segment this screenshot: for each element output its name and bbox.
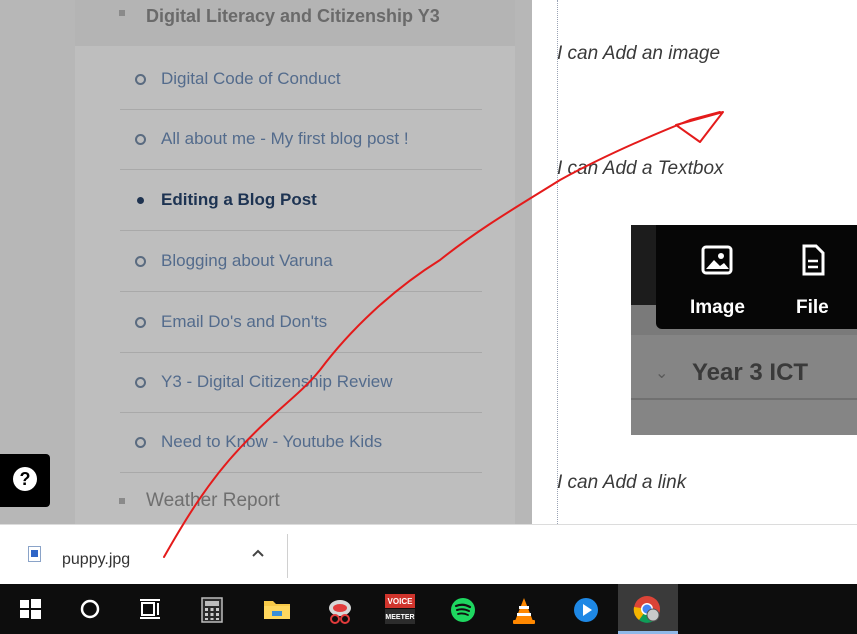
section-title-weather-report[interactable]: Weather Report: [146, 490, 280, 512]
learning-goal-image: I can Add an image: [557, 43, 721, 64]
chevron-down-icon: ⌄: [655, 365, 669, 382]
nav-item-label[interactable]: Editing a Blog Post: [161, 190, 317, 210]
download-bar-separator: [287, 534, 288, 578]
learning-goal-textbox: I can Add a Textbox: [557, 158, 724, 179]
nav-item-blogging-about-varuna[interactable]: Blogging about Varuna: [120, 231, 482, 292]
spotify-icon[interactable]: [437, 584, 487, 634]
learning-goal-link: I can Add a link: [557, 472, 687, 493]
file-explorer-icon[interactable]: [250, 584, 300, 634]
embedded-divider: [631, 398, 857, 400]
section-bullet-icon: [119, 498, 125, 504]
circle-bullet-icon: [135, 256, 146, 267]
file-icon: [802, 244, 825, 276]
download-filename[interactable]: puppy.jpg: [62, 551, 130, 569]
voicemeeter-icon[interactable]: VOICE MEETER: [375, 584, 425, 634]
question-icon: ?: [13, 467, 37, 491]
circle-bullet-icon: [135, 134, 146, 145]
circle-bullet-icon: [135, 377, 146, 388]
circle-bullet-icon: [135, 317, 146, 328]
windows-taskbar: VOICE MEETER: [0, 584, 857, 634]
windows-start-icon[interactable]: [5, 584, 55, 634]
embedded-screenshot: ⌄ Year 3 ICT Image File: [631, 225, 857, 435]
embedded-menu-image-label: Image: [690, 297, 745, 318]
snipping-tool-icon[interactable]: [313, 584, 363, 634]
nav-item-label[interactable]: Email Do's and Don'ts: [161, 312, 327, 332]
task-view-icon[interactable]: [125, 584, 175, 634]
chevron-up-icon[interactable]: [250, 545, 266, 561]
embedded-insert-menu: Image File: [656, 225, 857, 329]
section-bullet-icon: [119, 10, 125, 16]
nav-item-editing-a-blog-post[interactable]: Editing a Blog Post: [120, 170, 482, 231]
nav-item-all-about-me[interactable]: All about me - My first blog post !: [120, 109, 482, 170]
voicemeeter-line2: MEETER: [385, 614, 414, 621]
nav-item-need-to-know-youtube-kids[interactable]: Need to Know - Youtube Kids: [120, 412, 482, 473]
cortana-icon[interactable]: [65, 584, 115, 634]
nav-item-label[interactable]: All about me - My first blog post !: [161, 129, 409, 149]
nav-item-label[interactable]: Blogging about Varuna: [161, 251, 333, 271]
content-divider: [557, 0, 558, 524]
nav-item-label[interactable]: Need to Know - Youtube Kids: [161, 432, 382, 452]
nav-item-digital-citizenship-review[interactable]: Y3 - Digital Citizenship Review: [120, 352, 482, 413]
download-bar: puppy.jpg: [0, 524, 857, 584]
nav-item-digital-code-of-conduct[interactable]: Digital Code of Conduct: [120, 49, 482, 110]
calculator-icon[interactable]: [187, 584, 237, 634]
chrome-icon[interactable]: [618, 584, 678, 634]
section-title[interactable]: Digital Literacy and Citizenship Y3: [146, 6, 440, 27]
media-player-icon[interactable]: [560, 584, 610, 634]
help-button[interactable]: ?: [0, 454, 50, 507]
embedded-menu-file-label: File: [796, 297, 829, 318]
circle-bullet-icon: [135, 437, 146, 448]
image-icon: [701, 245, 733, 275]
filled-bullet-icon: [137, 197, 144, 204]
nav-item-email-dos-and-donts[interactable]: Email Do's and Don'ts: [120, 292, 482, 353]
image-file-icon: [28, 546, 41, 562]
circle-bullet-icon: [135, 74, 146, 85]
vlc-icon[interactable]: [498, 584, 548, 634]
voicemeeter-line1: VOICE: [388, 597, 414, 606]
embedded-course-title: Year 3 ICT: [692, 359, 809, 386]
nav-item-label[interactable]: Y3 - Digital Citizenship Review: [161, 372, 392, 392]
nav-item-label[interactable]: Digital Code of Conduct: [161, 69, 341, 89]
